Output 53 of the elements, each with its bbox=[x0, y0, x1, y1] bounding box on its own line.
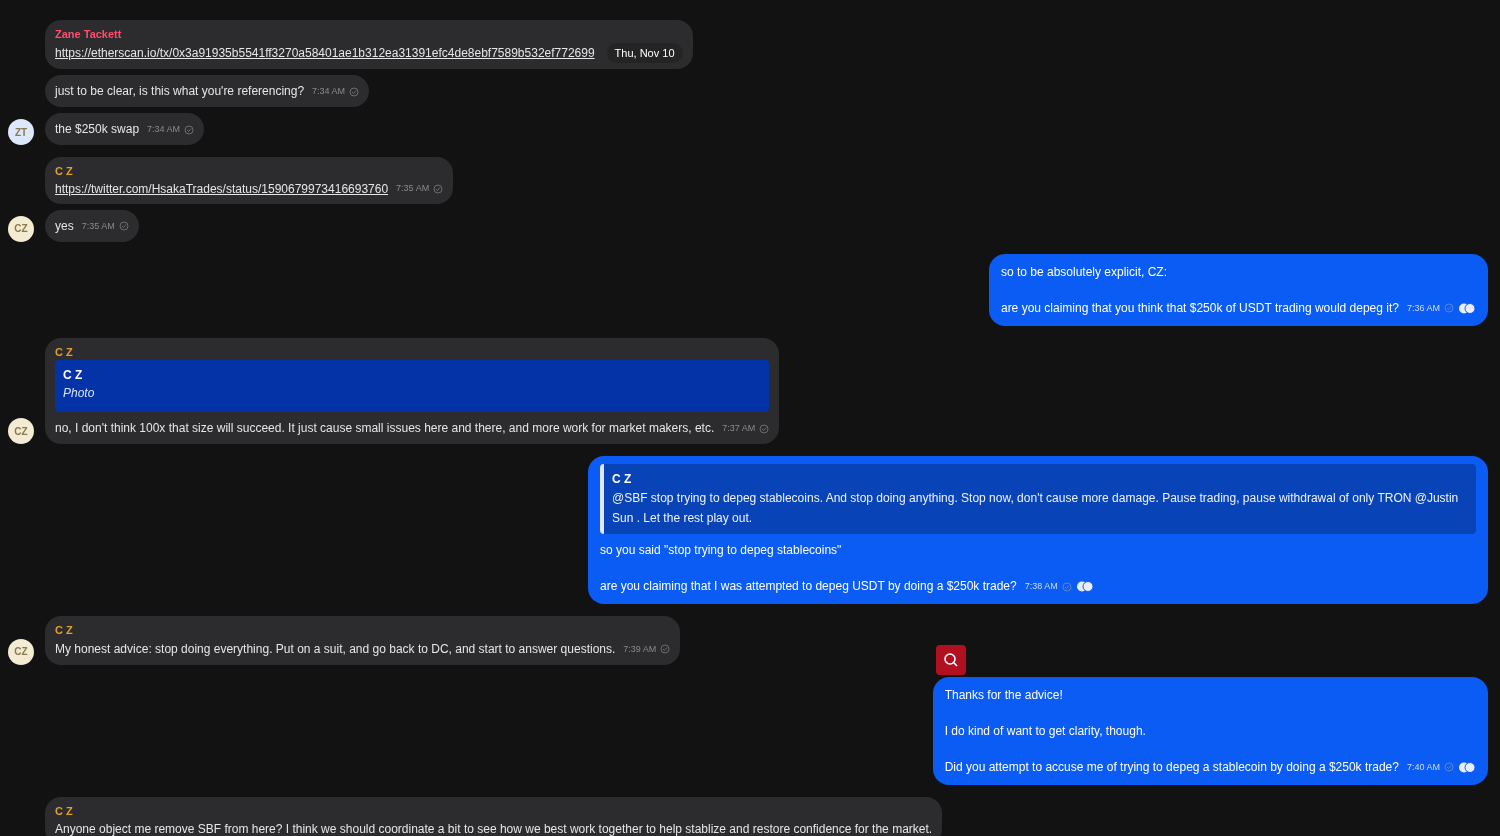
avatar[interactable]: CZ bbox=[8, 215, 34, 242]
check-icon bbox=[1061, 581, 1072, 592]
message-text: so you said "stop trying to depeg stablecoins" bbox=[600, 543, 842, 557]
message-time: 7:38 AM bbox=[1024, 580, 1058, 594]
search-button[interactable] bbox=[936, 645, 966, 675]
message-link[interactable]: https://twitter.com/HsakaTrades/status/1590679973416693760 bbox=[55, 179, 389, 198]
message-text: My honest advice: stop doing everything. Put on a suit, and go back to DC, and start to answer questions. bbox=[55, 641, 616, 656]
check-icon bbox=[1444, 303, 1454, 314]
seen-icon bbox=[1458, 302, 1476, 314]
message-text: are you claiming that I was attempted to depeg USDT by doing a $250k trade? bbox=[600, 579, 1017, 593]
quoted-message[interactable]: C Z @SBF stop trying to depeg stablecoins. And stop doing anything. Stop now, don't cause more damage. Pause trading, pause withdrawal of only TRON @Justin Sun . Let the rest play out. bbox=[600, 464, 1476, 534]
quote-author: C Z bbox=[612, 471, 633, 488]
message-time: 7:36 AM bbox=[1406, 301, 1440, 315]
message-time: 7:39 AM bbox=[623, 642, 657, 656]
quote-text: @SBF stop trying to depeg stablecoins. And stop doing anything. Stop now, don't cause more damage. Pause trading, pause withdrawal of only TRON @Justin Sun . Let the rest play out. bbox=[612, 490, 1460, 527]
message-text: Thanks for the advice! bbox=[944, 687, 1063, 702]
message-text: so to be absolutely explicit, CZ: bbox=[1000, 264, 1168, 279]
avatar[interactable]: CZ bbox=[8, 418, 34, 444]
date-badge: Thu, Nov 10 bbox=[606, 42, 683, 63]
search-icon bbox=[942, 651, 960, 669]
message-text: yes bbox=[55, 218, 74, 233]
check-icon bbox=[118, 221, 129, 232]
quote-author: C Z bbox=[63, 367, 84, 384]
message-time: 7:35 AM bbox=[81, 219, 115, 233]
message-text: Did you attempt to accuse me of trying to depeg a stablecoin by doing a $250k trade? bbox=[944, 759, 1399, 774]
sender-name: C Z bbox=[55, 803, 73, 819]
message-text: Anyone object me remove SBF from here? I think we should coordinate a bit to see how we best work together to help stablize and restore confidence for the market. bbox=[55, 822, 933, 836]
message-text: are you claiming that you think that $250k of USDT trading would depeg it? bbox=[1000, 300, 1399, 315]
message-time: 7:34 AM bbox=[312, 85, 346, 99]
message-text: I do kind of want to get clarity, though. bbox=[944, 723, 1146, 738]
check-icon bbox=[759, 423, 770, 434]
check-icon bbox=[433, 183, 444, 194]
quote-text: Photo bbox=[63, 385, 96, 402]
sender-name: C Z bbox=[55, 164, 73, 179]
seen-icon bbox=[1075, 581, 1094, 593]
sender-name: C Z bbox=[55, 623, 73, 638]
sender-name: C Z bbox=[55, 344, 73, 360]
message-time: 7:37 AM bbox=[722, 422, 756, 436]
check-icon bbox=[1444, 762, 1454, 773]
quoted-message[interactable]: C Z Photo bbox=[55, 360, 770, 412]
sender-name: Zane Tackett bbox=[55, 27, 122, 42]
message-text: no, I don't think 100x that size will succeed. It just cause small issues here and there, and more work for market makers, etc. bbox=[55, 421, 715, 435]
message-time: 7:40 AM bbox=[1406, 760, 1440, 774]
check-icon bbox=[349, 86, 360, 97]
message-time: 7:35 AM bbox=[396, 181, 430, 195]
check-icon bbox=[660, 644, 671, 655]
avatar[interactable]: CZ bbox=[8, 638, 34, 665]
check-icon bbox=[184, 124, 195, 135]
message-text: just to be clear, is this what you're referencing? bbox=[55, 84, 305, 98]
seen-icon bbox=[1458, 761, 1476, 773]
message-time: 7:34 AM bbox=[147, 123, 181, 137]
message-text: the $250k swap bbox=[55, 122, 140, 136]
message-link[interactable]: https://etherscan.io/tx/0x3a91935b5541ff3270a58401ae1b312ea31391efc4de8ebf7589b532ef772699 bbox=[55, 43, 595, 62]
